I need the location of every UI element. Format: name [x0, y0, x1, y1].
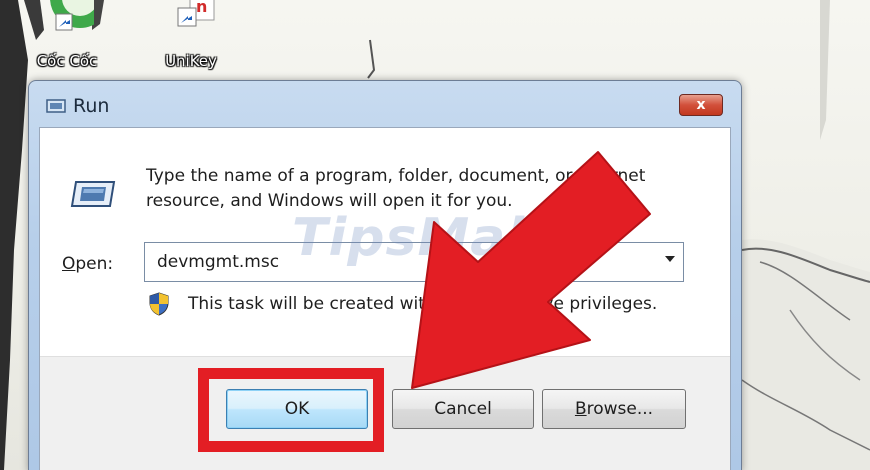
pointer-arrow-icon	[411, 151, 651, 389]
